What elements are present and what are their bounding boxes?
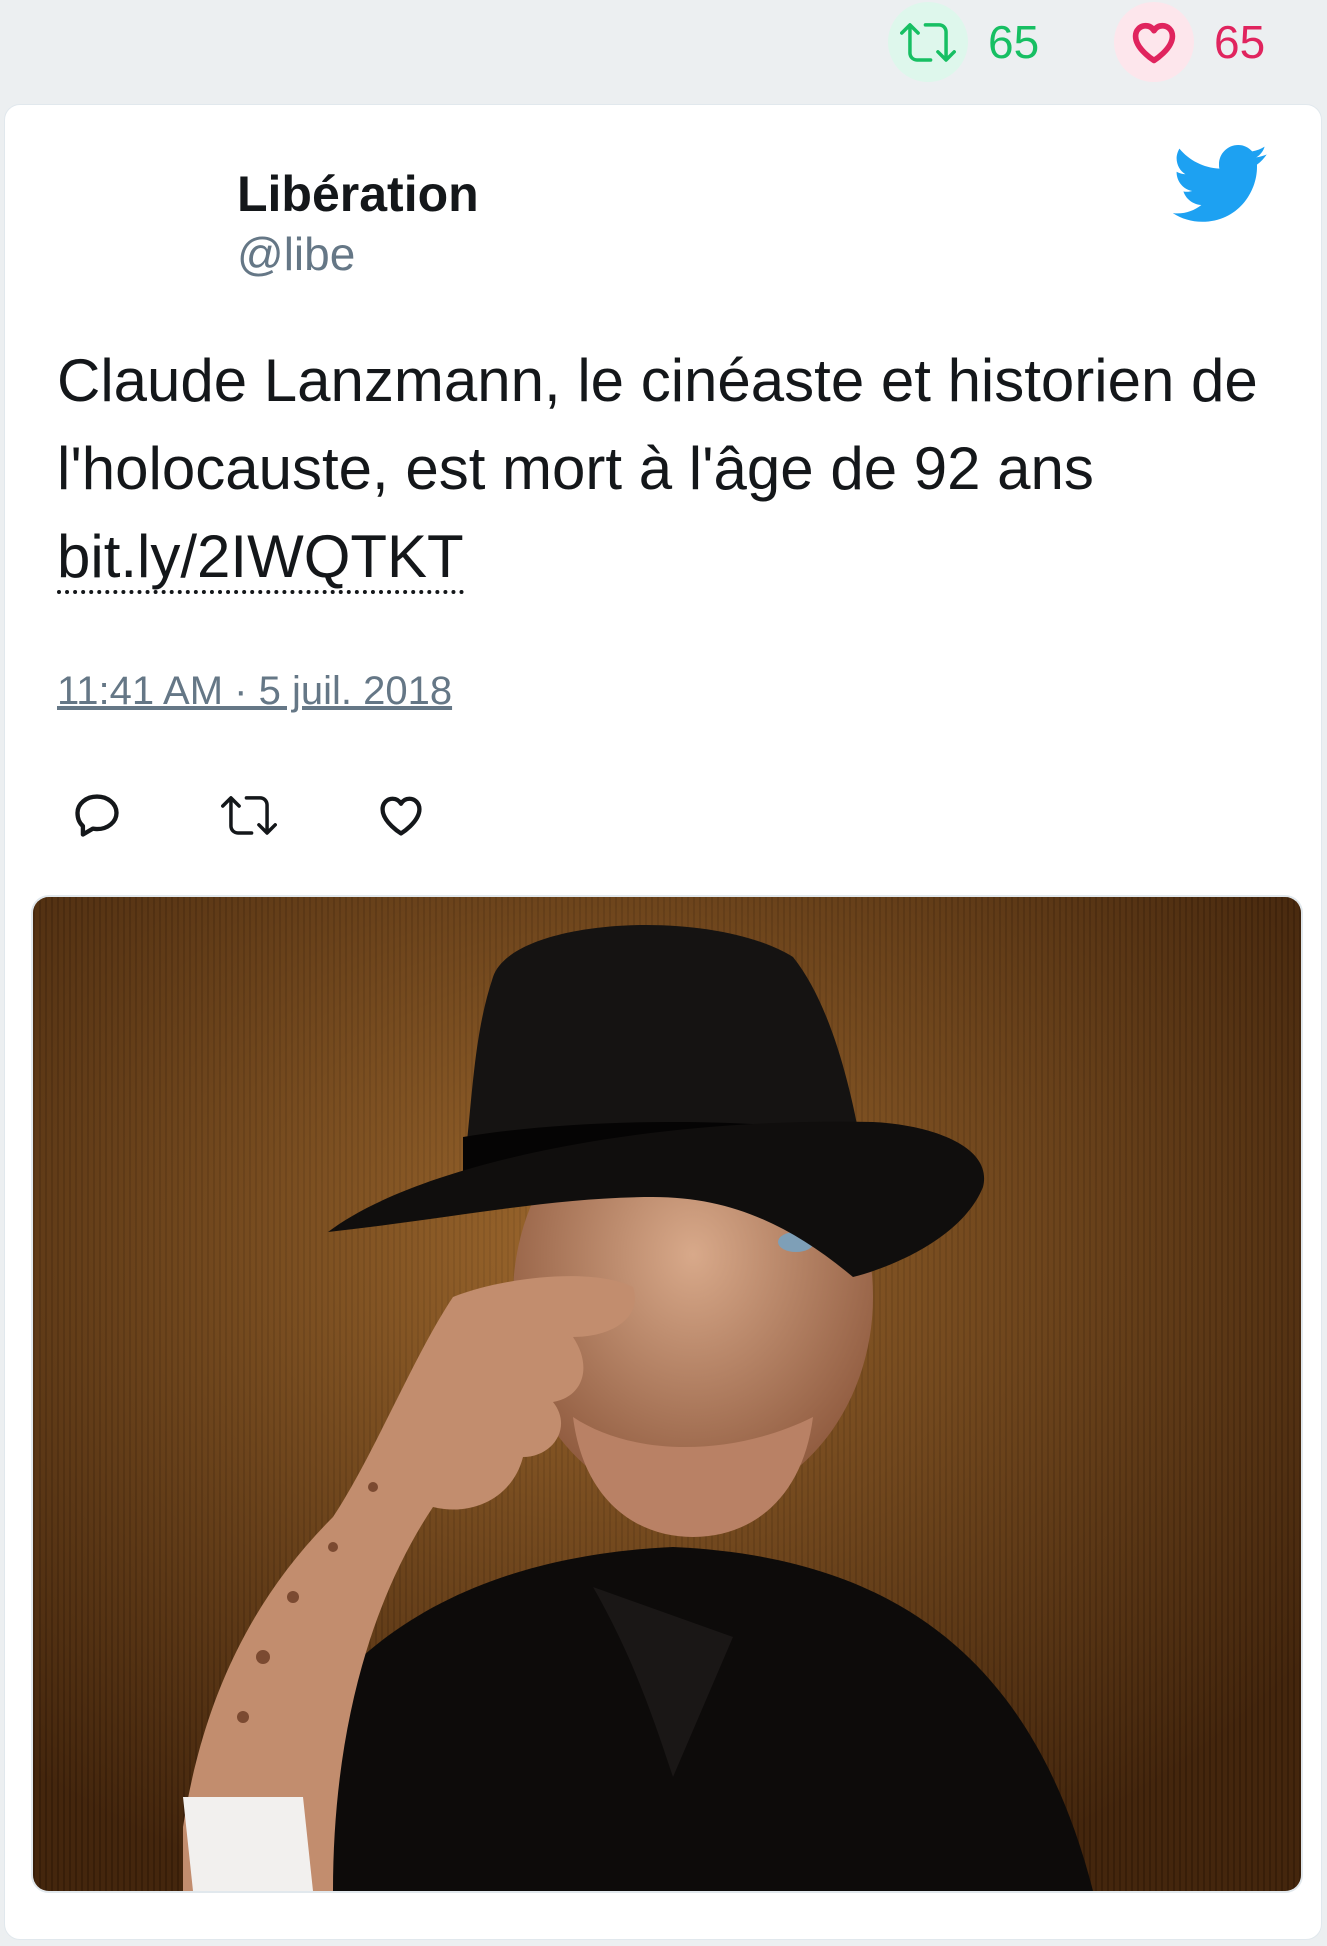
tweet-timestamp[interactable]: 11:41 AM · 5 juil. 2018 xyxy=(57,669,452,714)
heart-icon[interactable] xyxy=(1114,2,1194,82)
retweet-icon[interactable] xyxy=(221,787,277,848)
portrait-illustration xyxy=(33,897,1301,1891)
author-name[interactable]: Libération xyxy=(237,165,479,223)
twitter-bird-icon[interactable] xyxy=(1172,145,1269,230)
reply-button[interactable] xyxy=(71,787,123,848)
like-stat[interactable]: 65 xyxy=(1114,0,1265,84)
author-handle[interactable]: @libe xyxy=(237,227,355,281)
engagement-bar: 65 65 xyxy=(0,0,1327,100)
like-button[interactable] xyxy=(375,787,427,848)
tweet-card: Libération @libe Claude Lanzmann, le cin… xyxy=(4,104,1322,1940)
tweet-text: Claude Lanzmann, le cinéaste et historie… xyxy=(57,337,1277,601)
like-count: 65 xyxy=(1214,16,1266,68)
retweet-button[interactable] xyxy=(221,787,277,848)
reply-icon[interactable] xyxy=(71,789,123,846)
retweet-stat[interactable]: 65 xyxy=(888,0,1039,84)
retweet-icon[interactable] xyxy=(888,2,968,82)
tweet-body: Claude Lanzmann, le cinéaste et historie… xyxy=(57,347,1258,502)
tweet-photo[interactable] xyxy=(31,895,1303,1893)
heart-icon[interactable] xyxy=(375,789,427,846)
retweet-count: 65 xyxy=(988,16,1040,68)
tweet-link[interactable]: bit.ly/2IWQTKT xyxy=(57,523,464,594)
tweet-actions xyxy=(71,787,525,848)
